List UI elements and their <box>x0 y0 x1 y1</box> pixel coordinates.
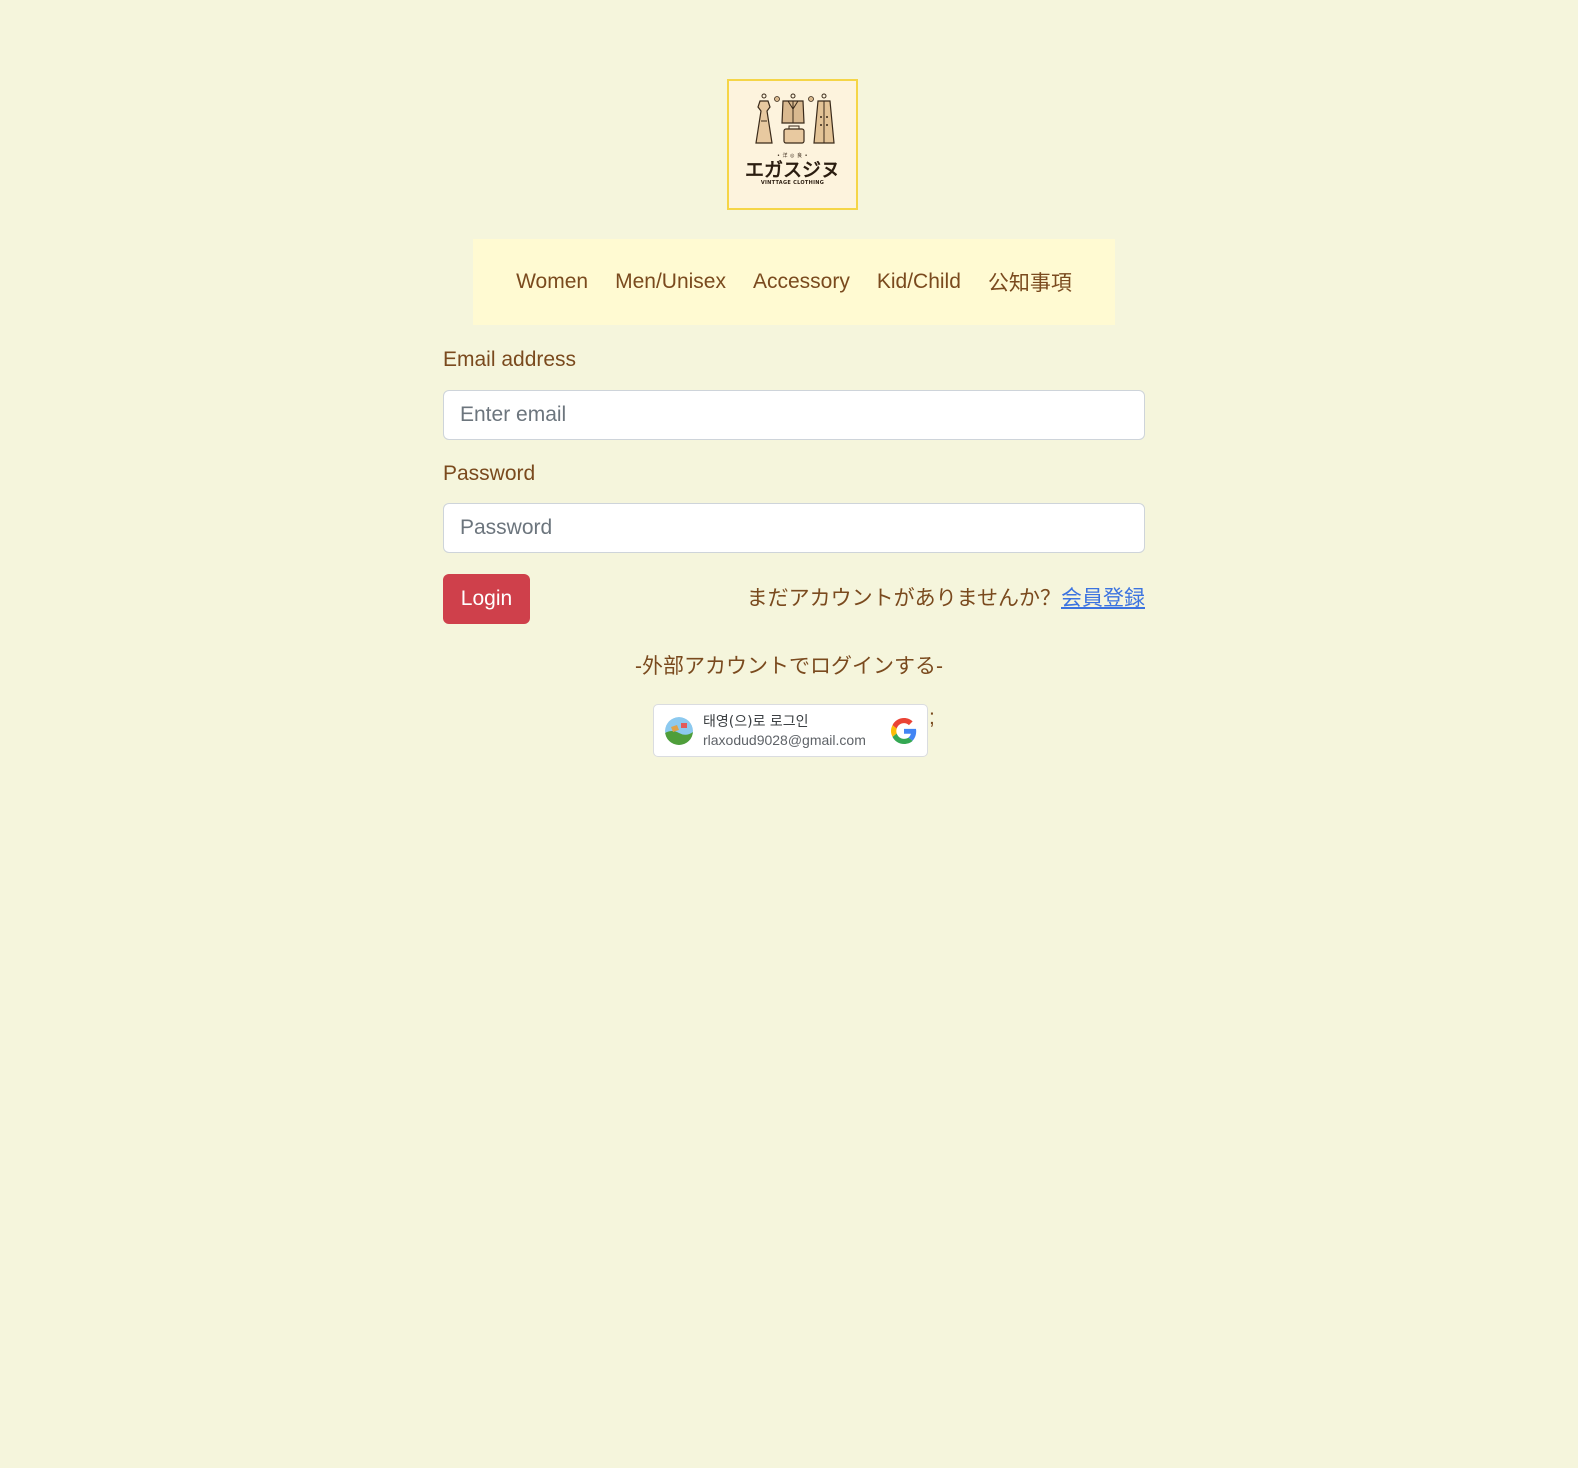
clothing-illustration-icon <box>754 93 835 144</box>
nav-item-notices[interactable]: 公知事項 <box>988 267 1072 297</box>
site-logo[interactable]: • 洋 ◎ 良 • エガスジヌ VINTTAGE CLOTHING <box>727 79 858 210</box>
external-login-heading: -外部アカウントでログインする- <box>635 655 943 678</box>
nav-item-kid-child[interactable]: Kid/Child <box>877 270 961 294</box>
signup-prompt-row: まだアカウントがありませんか？会員登録 <box>747 582 1145 612</box>
google-account-info: 태영(으)로 로그인 rlaxodud9028@gmail.com <box>703 713 891 749</box>
google-account-name: 태영(으)로 로그인 <box>703 713 809 730</box>
nav-item-men-unisex[interactable]: Men/Unisex <box>615 270 726 294</box>
user-avatar <box>665 716 693 745</box>
nav-item-accessory[interactable]: Accessory <box>753 270 850 294</box>
email-field[interactable] <box>443 390 1145 440</box>
logo-subtitle: • 洋 ◎ 良 • <box>776 153 809 159</box>
signup-link[interactable]: 会員登録 <box>1061 587 1145 610</box>
login-page: • 洋 ◎ 良 • エガスジヌ VINTTAGE CLOTHING Women … <box>0 0 1578 1468</box>
signup-prompt-text: まだアカウントがありませんか？ <box>746 587 1061 610</box>
logo-brand-name: エガスジヌ <box>744 159 840 181</box>
google-g-icon <box>891 717 917 744</box>
logo-tagline: VINTTAGE CLOTHING <box>760 180 825 186</box>
password-field[interactable] <box>443 503 1145 553</box>
nav-item-women[interactable]: Women <box>516 270 588 294</box>
google-account-email: rlaxodud9028@gmail.com <box>703 731 866 748</box>
google-signin-button[interactable]: 태영(으)로 로그인 rlaxodud9028@gmail.com <box>653 704 928 757</box>
trailing-text: ; <box>929 706 935 729</box>
login-button[interactable]: Login <box>443 574 530 624</box>
password-label: Password <box>443 462 536 485</box>
main-nav: Women Men/Unisex Accessory Kid/Child 公知事… <box>473 239 1115 325</box>
email-label: Email address <box>443 348 577 371</box>
